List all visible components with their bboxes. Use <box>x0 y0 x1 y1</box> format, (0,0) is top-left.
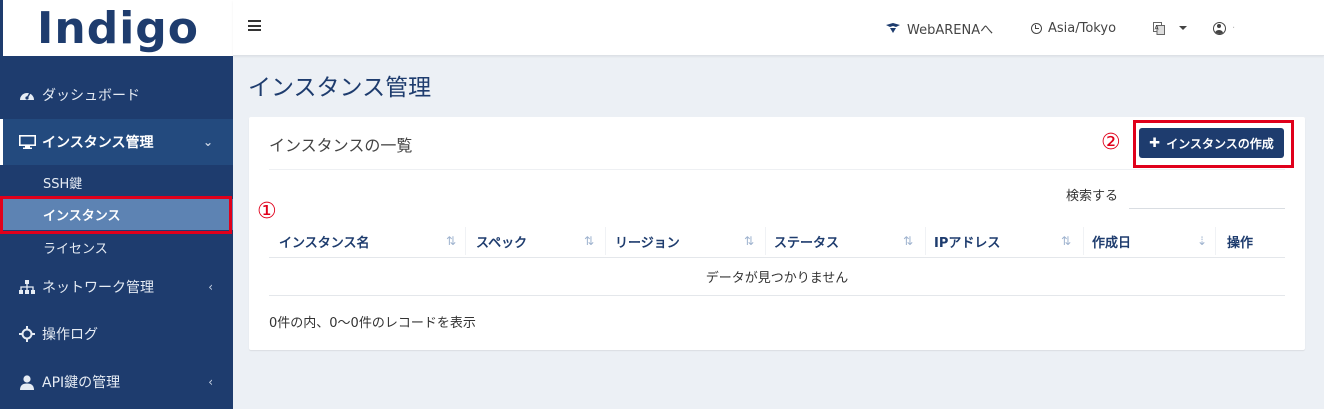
table-info: 0件の内、0〜0件のレコードを表示 <box>269 316 476 331</box>
webarena-link[interactable]: WebARENAへ <box>885 0 993 56</box>
sidebar-item-operation-log[interactable]: 操作ログ <box>0 314 233 354</box>
sort-icon[interactable]: ⇅ <box>1061 224 1071 258</box>
user-menu[interactable]: · <box>1213 0 1235 56</box>
column-header-ip-address[interactable]: IPアドレス <box>934 224 1000 258</box>
chevron-down-icon <box>1179 26 1187 30</box>
webarena-label: WebARENAへ <box>907 22 994 38</box>
search-input[interactable] <box>1129 179 1285 209</box>
sort-icon[interactable]: ⇅ <box>584 224 594 258</box>
annotation-marker-2: ② <box>1101 130 1121 155</box>
sidebar-item-network-management[interactable]: ネットワーク管理 ‹ <box>0 267 233 307</box>
sidebar-item-label: ダッシュボード <box>42 88 140 104</box>
dashboard-icon <box>18 87 36 103</box>
sidebar-subitem-label: SSH鍵 <box>43 177 83 192</box>
sidebar-item-api-keys[interactable]: API鍵の管理 ‹ <box>0 362 233 402</box>
sidebar-item-label: 操作ログ <box>42 327 98 343</box>
column-header-region[interactable]: リージョン <box>615 224 680 258</box>
sort-icon[interactable]: ⇅ <box>744 224 754 258</box>
column-separator <box>1215 227 1216 255</box>
sidebar-item-label: API鍵の管理 <box>42 375 121 391</box>
column-separator <box>925 227 926 255</box>
crosshair-icon <box>18 326 36 342</box>
divider <box>269 169 1285 170</box>
sidebar-item-label: ネットワーク管理 <box>42 280 154 296</box>
chevron-down-icon: ⌄ <box>202 135 213 149</box>
box-title: インスタンスの一覧 <box>269 136 413 155</box>
user-name: · <box>1232 22 1236 34</box>
chevron-left-icon: ‹ <box>208 375 213 389</box>
sort-icon[interactable]: ⇅ <box>903 224 913 258</box>
column-header-actions: 操作 <box>1227 235 1254 251</box>
column-header-spec[interactable]: スペック <box>476 224 527 258</box>
sidebar: ダッシュボード インスタンス管理 ⌄ SSH鍵 インスタンス ライセンス ネット… <box>0 56 233 409</box>
page-title: インスタンス管理 <box>248 75 432 101</box>
sort-icon[interactable]: ⇅ <box>446 224 456 258</box>
brand-logo[interactable]: Indigo <box>0 0 233 56</box>
top-navbar: WebARENAへ Asia/Tokyo A · <box>233 0 1324 56</box>
create-instance-button[interactable]: ✚ インスタンスの作成 <box>1139 128 1284 158</box>
instance-list-box: インスタンスの一覧 ✚ インスタンスの作成 検索する インスタンス名 ⇅ スペッ… <box>249 117 1305 350</box>
column-separator <box>465 227 466 255</box>
menu-toggle-icon[interactable] <box>248 20 261 31</box>
sidebar-subitem-instances[interactable]: インスタンス <box>0 199 233 230</box>
sidebar-item-dashboard[interactable]: ダッシュボード <box>0 76 233 114</box>
monitor-icon <box>18 134 36 150</box>
webarena-icon <box>886 23 900 33</box>
sitemap-icon <box>18 279 36 295</box>
language-icon: A <box>1153 21 1165 35</box>
create-instance-label: インスタンスの作成 <box>1166 136 1274 151</box>
plus-icon: ✚ <box>1149 135 1161 151</box>
column-separator <box>605 227 606 255</box>
language-dropdown[interactable]: A <box>1153 0 1187 56</box>
column-header-instance-name[interactable]: インスタンス名 <box>279 224 369 258</box>
column-separator <box>1083 227 1084 255</box>
sidebar-item-instance-management[interactable]: インスタンス管理 ⌄ <box>0 119 233 165</box>
sidebar-subitem-label: インスタンス <box>43 209 121 224</box>
table-header: インスタンス名 ⇅ スペック ⇅ リージョン ⇅ ステータス ⇅ IPアドレス … <box>269 224 1285 258</box>
annotation-marker-1: ① <box>257 199 277 224</box>
sidebar-subitem-ssh-keys[interactable]: SSH鍵 <box>0 166 233 199</box>
search-label: 検索する <box>1066 189 1119 204</box>
user-circle-icon <box>1213 21 1226 35</box>
clock-icon <box>1031 22 1042 34</box>
sidebar-subitem-licenses[interactable]: ライセンス <box>0 231 233 264</box>
user-icon <box>18 374 36 390</box>
brand-logo-text: Indigo <box>37 2 199 54</box>
sort-desc-icon[interactable]: ⇣ <box>1197 224 1207 258</box>
chevron-left-icon: ‹ <box>208 280 213 294</box>
timezone-label: Asia/Tokyo <box>1048 20 1117 36</box>
column-header-created-date[interactable]: 作成日 <box>1092 224 1131 258</box>
column-separator <box>765 227 766 255</box>
sidebar-subitem-label: ライセンス <box>43 242 108 257</box>
table-empty-row: データが見つかりません <box>269 258 1285 296</box>
sidebar-item-label: インスタンス管理 <box>42 135 154 151</box>
timezone-display[interactable]: Asia/Tokyo <box>1031 0 1116 56</box>
column-header-status[interactable]: ステータス <box>774 224 839 258</box>
